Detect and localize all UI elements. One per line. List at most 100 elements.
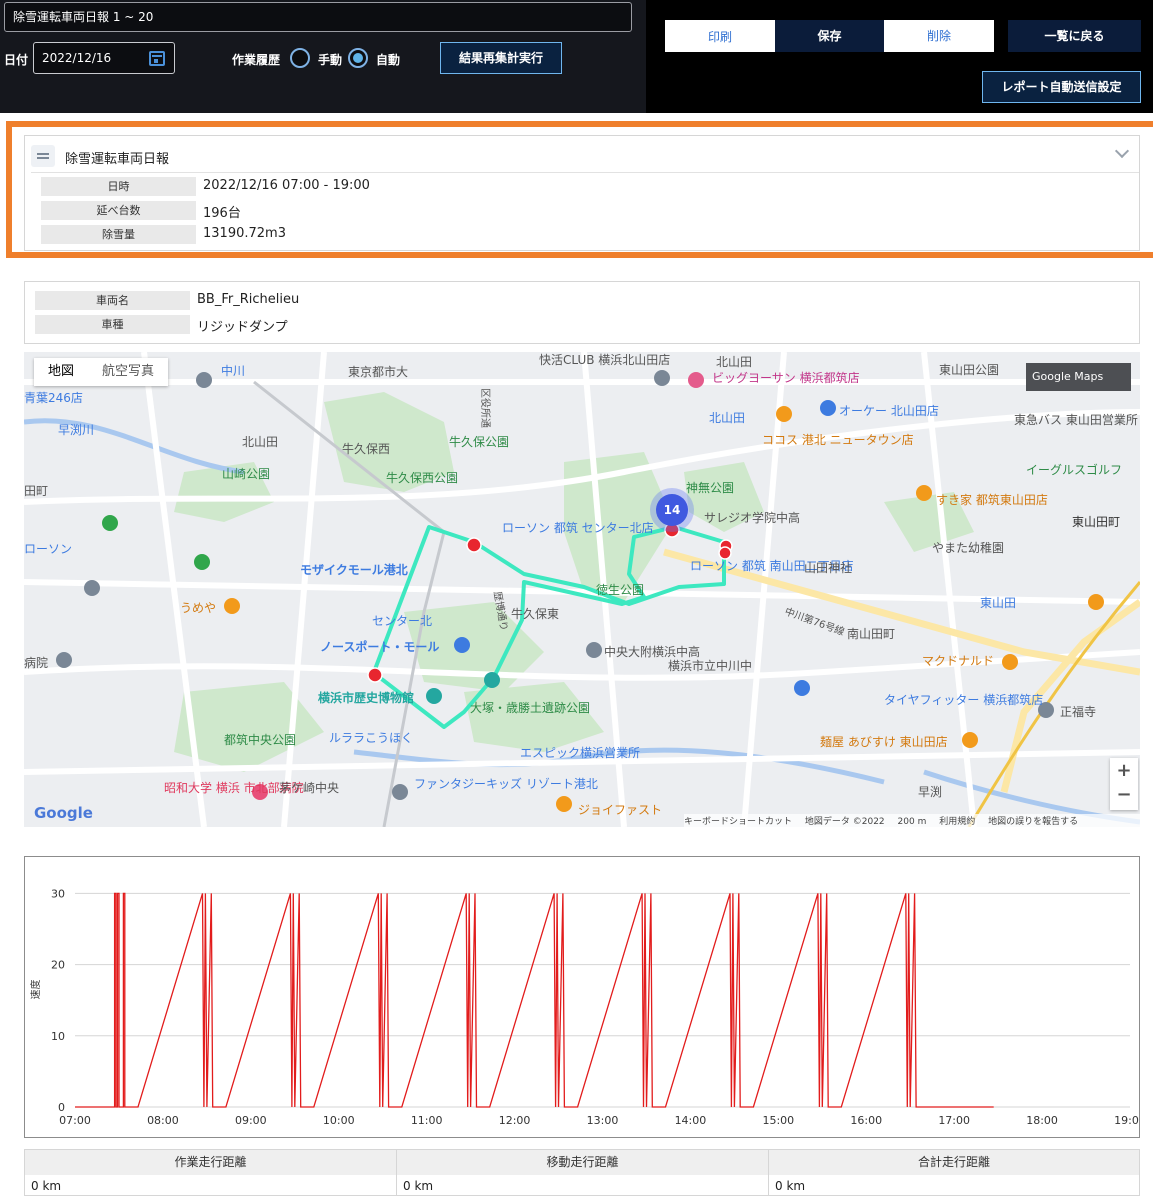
map-label: タイヤフィッター 横浜都筑店 bbox=[884, 692, 1043, 707]
manual-radio-label: 手動 bbox=[318, 53, 343, 67]
speed-series-line bbox=[75, 892, 994, 1108]
report-selector[interactable]: 除雪運転車両日報 1 ~ 20 bbox=[4, 2, 632, 32]
map-label: 早渕 bbox=[918, 785, 942, 799]
chevron-down-icon[interactable] bbox=[1114, 143, 1130, 159]
map-type-tabs[interactable]: 地図 航空写真 bbox=[34, 358, 169, 386]
map-label: オーケー 北山田店 bbox=[839, 404, 939, 418]
report-panel: 除雪運転車両日報 日時 2022/12/16 07:00 - 19:00 延べ台… bbox=[6, 121, 1153, 258]
map-label: 中川第76号線 bbox=[783, 605, 846, 639]
manual-radio[interactable] bbox=[290, 48, 310, 68]
map-label: 中央大附横浜中高 bbox=[604, 644, 700, 659]
x-tick-label: 16:00 bbox=[850, 1114, 882, 1127]
speed-chart: 0 10 20 30 07:00 08:00 09:00 10:00 11:00 12:00 13:… bbox=[24, 856, 1146, 1138]
auto-send-settings-button[interactable]: レポート自動送信設定 bbox=[982, 71, 1141, 103]
map-label: ビッグヨーサン 横浜都筑店 bbox=[712, 370, 860, 385]
back-to-list-button[interactable]: 一覧に戻る bbox=[1008, 20, 1141, 52]
map-label: エスピック横浜営業所 bbox=[520, 746, 640, 760]
zoom-in-button[interactable]: + bbox=[1110, 760, 1138, 781]
map-label: 早渕川 bbox=[58, 423, 94, 437]
map-label: 区役所通 bbox=[479, 388, 492, 428]
map-label: ココス 港北 ニュータウン店 bbox=[762, 433, 914, 447]
delete-button[interactable]: 削除 bbox=[884, 20, 994, 52]
route-map[interactable]: 快活CLUB 横浜北山田店 北山田 ビッグヨーサン 横浜都筑店 東山田公園 東京… bbox=[24, 352, 1140, 827]
date-value: 2022/12/16 bbox=[42, 51, 112, 65]
map-label: 牛久保東 bbox=[511, 606, 559, 621]
row-label: 日時 bbox=[41, 177, 196, 196]
calendar-icon[interactable] bbox=[149, 51, 165, 66]
print-button[interactable]: 印刷 bbox=[665, 20, 775, 52]
map-label: 牛久保公園 bbox=[449, 434, 509, 449]
auto-radio[interactable] bbox=[348, 48, 368, 68]
date-input[interactable]: 2022/12/16 bbox=[33, 42, 175, 74]
x-tick-label: 18:00 bbox=[1026, 1114, 1058, 1127]
map-label: 東山田町 bbox=[1072, 515, 1120, 529]
row-value: 196台 bbox=[203, 206, 241, 221]
y-tick-label: 30 bbox=[51, 887, 65, 900]
x-tick-label: 17:00 bbox=[938, 1114, 970, 1127]
x-tick-label: 19:00 bbox=[1114, 1114, 1139, 1127]
map-label: ジョイファスト bbox=[578, 803, 662, 817]
map-label: 北山田 bbox=[716, 355, 752, 369]
scale-text: 200 m bbox=[897, 817, 927, 827]
map-label: 麺屋 あびすけ 東山田店 bbox=[820, 735, 948, 749]
marker-cluster[interactable]: 14 bbox=[656, 494, 688, 526]
map-label: ノースポート・モール bbox=[320, 639, 439, 654]
stop-marker[interactable] bbox=[367, 667, 383, 683]
map-label: 横浜市立中川中 bbox=[668, 658, 752, 673]
map-label: 東京都市大 bbox=[348, 364, 408, 379]
total-distance-header: 合計走行距離 bbox=[769, 1150, 1139, 1175]
work-distance-header: 作業走行距離 bbox=[25, 1150, 396, 1175]
map-canvas[interactable]: 快活CLUB 横浜北山田店 北山田 ビッグヨーサン 横浜都筑店 東山田公園 東京… bbox=[24, 352, 1140, 827]
map-label: 牛久保西 bbox=[342, 441, 390, 456]
speed-chart-svg: 0 10 20 30 07:00 08:00 09:00 10:00 11:00 12:00 13:… bbox=[29, 887, 1146, 1127]
map-label: 田町 bbox=[24, 484, 48, 498]
menu-icon[interactable] bbox=[31, 145, 55, 167]
report-details: 日時 2022/12/16 07:00 - 19:00 延べ台数 196台 除雪… bbox=[31, 172, 1139, 250]
map-label: 都筑中央公園 bbox=[224, 732, 296, 747]
zoom-control[interactable]: + − bbox=[1110, 758, 1138, 810]
stop-marker[interactable] bbox=[466, 537, 482, 553]
map-label: すき家 都筑東山田店 bbox=[936, 492, 1048, 507]
distance-table: 作業走行距離 0 km 移動走行距離 0 km 合計走行距離 0 km bbox=[24, 1149, 1140, 1196]
map-label: サレジオ学院中高 bbox=[704, 510, 800, 525]
map-tab-aerial[interactable]: 航空写真 bbox=[88, 358, 168, 386]
map-data-text: 地図データ ©2022 bbox=[804, 817, 885, 827]
x-tick-label: 08:00 bbox=[147, 1114, 179, 1127]
map-tab-map[interactable]: 地図 bbox=[34, 358, 88, 386]
map-label: ローソン bbox=[24, 542, 72, 556]
map-label: やまた幼稚園 bbox=[932, 541, 1004, 555]
move-distance-value: 0 km bbox=[403, 1179, 434, 1193]
map-label: 山崎公園 bbox=[222, 467, 270, 481]
x-tick-label: 12:00 bbox=[499, 1114, 531, 1127]
map-label: センター北 bbox=[372, 614, 432, 628]
google-maps-label: Google Maps bbox=[1032, 370, 1104, 383]
row-value: BB_Fr_Richelieu bbox=[197, 292, 300, 307]
move-distance-header: 移動走行距離 bbox=[397, 1150, 768, 1175]
map-label: 東急バス 東山田営業所 bbox=[1014, 412, 1138, 427]
work-distance-value: 0 km bbox=[31, 1179, 62, 1193]
recalc-button[interactable]: 結果再集計実行 bbox=[440, 42, 562, 74]
map-label: 茅ケ崎中央 bbox=[279, 780, 339, 795]
stop-marker[interactable] bbox=[718, 546, 732, 560]
x-tick-label: 07:00 bbox=[59, 1114, 91, 1127]
zoom-out-button[interactable]: − bbox=[1110, 784, 1138, 805]
row-label: 車両名 bbox=[35, 291, 190, 310]
google-maps-badge[interactable]: Google Maps bbox=[1026, 363, 1131, 391]
map-label: マクドナルド bbox=[922, 654, 994, 668]
map-label: 神無公園 bbox=[686, 480, 734, 495]
auto-radio-label: 自動 bbox=[376, 53, 401, 67]
save-button[interactable]: 保存 bbox=[775, 20, 884, 52]
x-tick-label: 14:00 bbox=[675, 1114, 707, 1127]
y-tick-label: 0 bbox=[58, 1101, 65, 1114]
map-label: 徳生公園 bbox=[596, 582, 644, 597]
terms-link[interactable]: 利用規約 bbox=[939, 817, 975, 827]
map-label: ファンタジーキッズ リゾート港北 bbox=[414, 776, 598, 791]
keyboard-shortcuts-link[interactable]: キーボードショートカット bbox=[684, 817, 792, 827]
map-label: ルララこうほく bbox=[329, 731, 413, 745]
report-error-link[interactable]: 地図の誤りを報告する bbox=[988, 817, 1078, 827]
map-label: うめや bbox=[180, 601, 216, 615]
y-tick-label: 20 bbox=[51, 959, 65, 972]
map-label: 中川 bbox=[221, 363, 245, 378]
x-tick-label: 13:00 bbox=[587, 1114, 619, 1127]
report-card: 除雪運転車両日報 日時 2022/12/16 07:00 - 19:00 延べ台… bbox=[24, 135, 1140, 251]
